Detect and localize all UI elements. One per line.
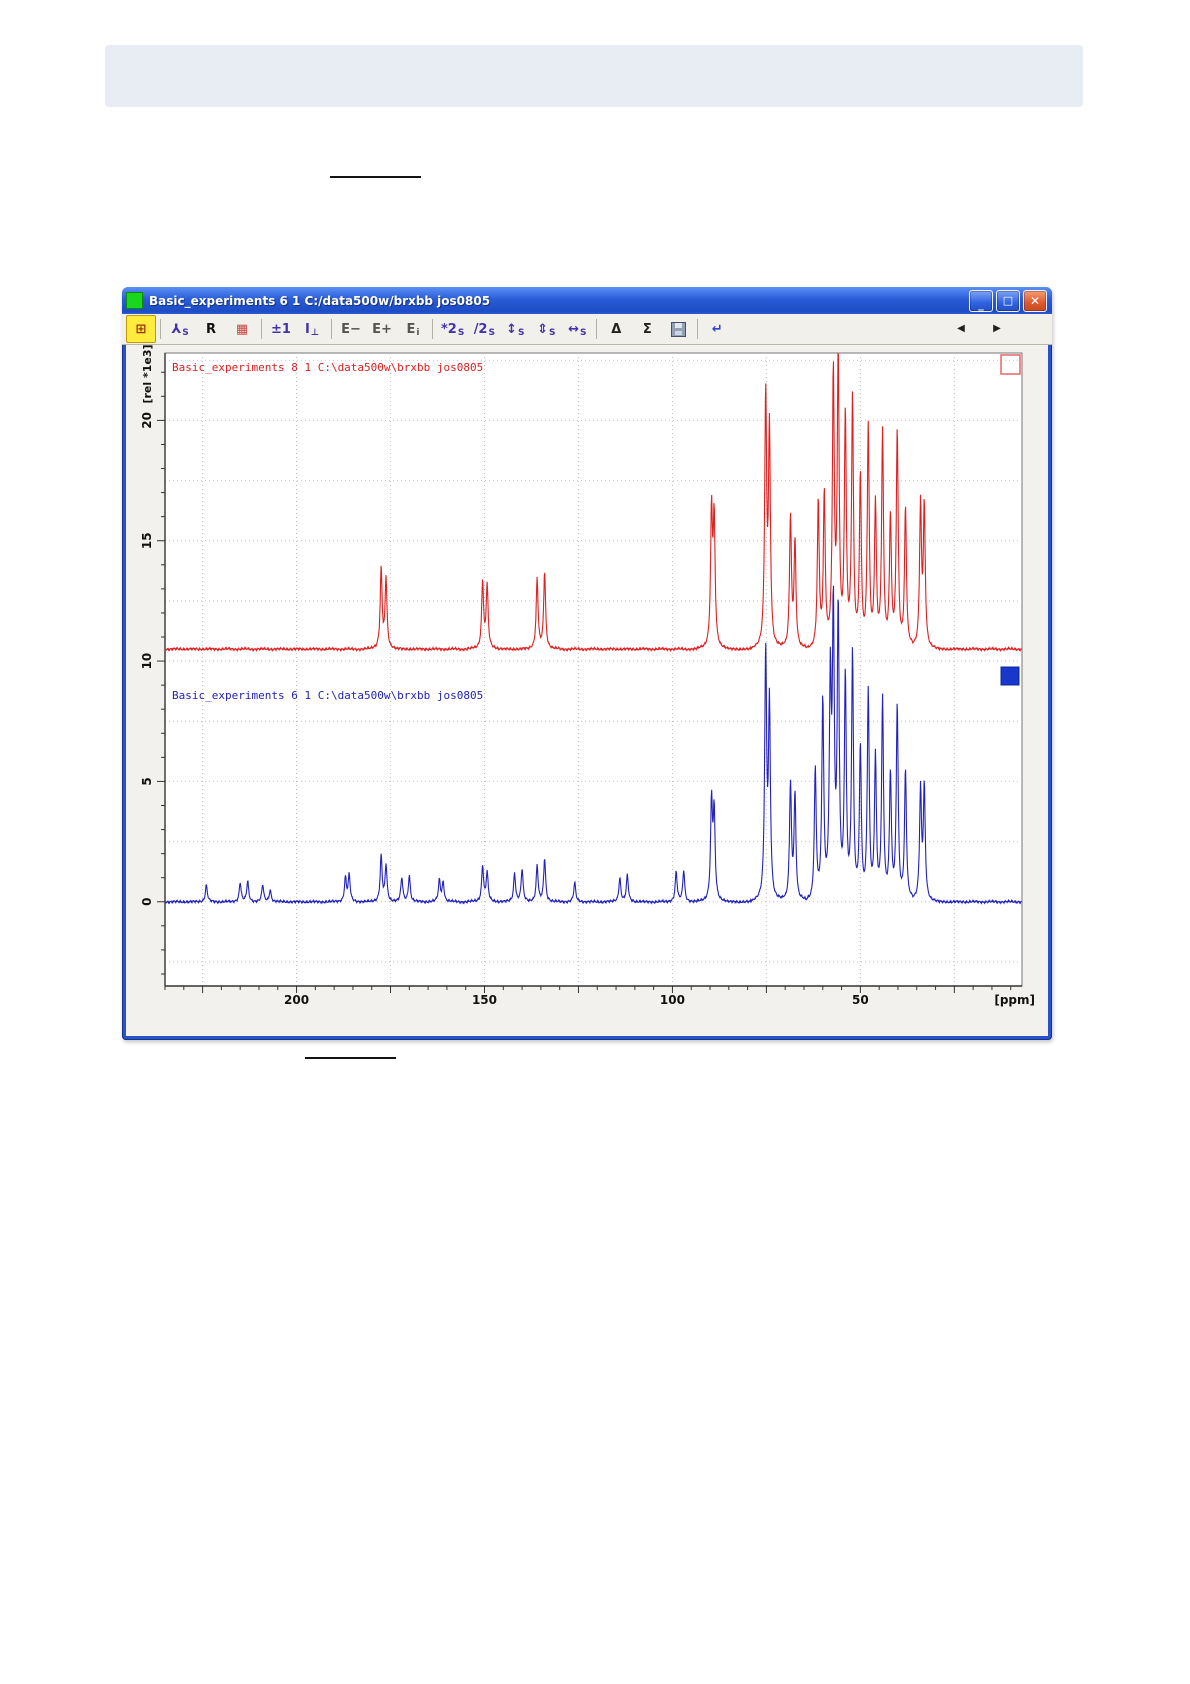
spectrum-red-dataset-label: Basic_experiments 8 1 C:\data500w\brxbb … bbox=[172, 361, 483, 374]
spectrum-display-area[interactable]: 200 150 100 50 [ppm] 0 5 10 15 20 [rel *1e3] Basic_… bbox=[126, 345, 1048, 1036]
y-axis-tick-label: 15 bbox=[140, 532, 154, 549]
x-axis-unit-label: [ppm] bbox=[994, 993, 1035, 1007]
return-button[interactable]: ↵ bbox=[702, 315, 732, 343]
window-title: Basic_experiments 6 1 C:/data500w/brxbb … bbox=[149, 293, 491, 308]
toolbar-separator bbox=[160, 319, 161, 339]
underlined-text-segment bbox=[305, 1057, 396, 1059]
maximize-button[interactable]: □ bbox=[996, 289, 1020, 312]
scroll-right-button[interactable]: ▶ bbox=[982, 315, 1012, 343]
difference-button[interactable]: Δ bbox=[601, 315, 631, 343]
toolbar-separator bbox=[596, 319, 598, 339]
minimize-button[interactable]: _ bbox=[969, 289, 993, 312]
underlined-text-segment bbox=[330, 176, 421, 178]
align-baseline-button[interactable]: I ⊥ bbox=[297, 315, 327, 343]
toolbar-separator bbox=[432, 319, 433, 339]
reset-scaling-button[interactable]: R bbox=[196, 315, 226, 343]
app-icon bbox=[126, 292, 143, 309]
topspin-multiple-display-window: Basic_experiments 6 1 C:/data500w/brxbb … bbox=[122, 287, 1052, 1040]
sum-button[interactable]: Σ bbox=[632, 315, 662, 343]
expand-left-button[interactable]: E− bbox=[336, 315, 366, 343]
dataset-marker-blue[interactable] bbox=[1000, 666, 1020, 686]
shift-spectrum-button[interactable]: ±1 bbox=[266, 315, 296, 343]
scroll-left-button[interactable]: ◀ bbox=[946, 315, 976, 343]
expand-initial-button[interactable]: Ei bbox=[398, 315, 428, 343]
close-button[interactable]: ✕ bbox=[1023, 289, 1047, 312]
y-axis-unit-label: [rel *1e3] bbox=[141, 345, 154, 404]
x-axis-tick-label: 200 bbox=[284, 993, 309, 1007]
y-axis-tick-label: 0 bbox=[140, 898, 154, 906]
scale-times2-button[interactable]: *2 S bbox=[437, 315, 468, 343]
multiple-display-toolbar: ⊞ ⅄ S R ▦ ±1 I ⊥ E− E+ Ei *2 S/2 S ↕ S ⇕ S ↔ S Δ Σ ↵ ◀ ▶ bbox=[122, 314, 1052, 345]
page-header-band bbox=[105, 45, 1083, 107]
remove-dataset-button[interactable]: ▦ bbox=[227, 315, 257, 343]
toolbar-separator bbox=[331, 319, 332, 339]
y-axis-tick-label: 5 bbox=[140, 777, 154, 785]
spectrum-blue-dataset-label: Basic_experiments 6 1 C:\data500w\brxbb … bbox=[172, 689, 483, 702]
window-titlebar[interactable]: Basic_experiments 6 1 C:/data500w/brxbb … bbox=[122, 287, 1052, 314]
x-axis-tick-label: 150 bbox=[472, 993, 497, 1007]
toolbar-separator bbox=[261, 319, 262, 339]
y-axis-tick-label: 10 bbox=[140, 653, 154, 670]
shift-up-down-button[interactable]: ↕ S bbox=[500, 315, 530, 343]
shift-left-right-button[interactable]: ↔ S bbox=[562, 315, 592, 343]
x-axis-tick-label: 50 bbox=[852, 993, 869, 1007]
nmr-chart-canvas[interactable]: 200 150 100 50 [ppm] 0 5 10 15 20 [rel *1e3] Basic_… bbox=[126, 345, 1048, 1036]
x-axis-tick-label: 100 bbox=[660, 993, 685, 1007]
save-button[interactable] bbox=[663, 315, 693, 343]
scale-div2-button[interactable]: /2 S bbox=[469, 315, 499, 343]
expand-right-button[interactable]: E+ bbox=[367, 315, 397, 343]
y-axis-tick-label: 20 bbox=[140, 412, 154, 429]
toolbar-separator bbox=[697, 319, 699, 339]
floppy-disk-icon bbox=[670, 321, 686, 337]
separate-stack-button[interactable]: ⅄ S bbox=[165, 315, 195, 343]
scale-vertical-button[interactable]: ⇕ S bbox=[531, 315, 561, 343]
plot-area[interactable] bbox=[164, 352, 1023, 987]
exit-multiple-display-button[interactable]: ⊞ bbox=[126, 315, 156, 343]
